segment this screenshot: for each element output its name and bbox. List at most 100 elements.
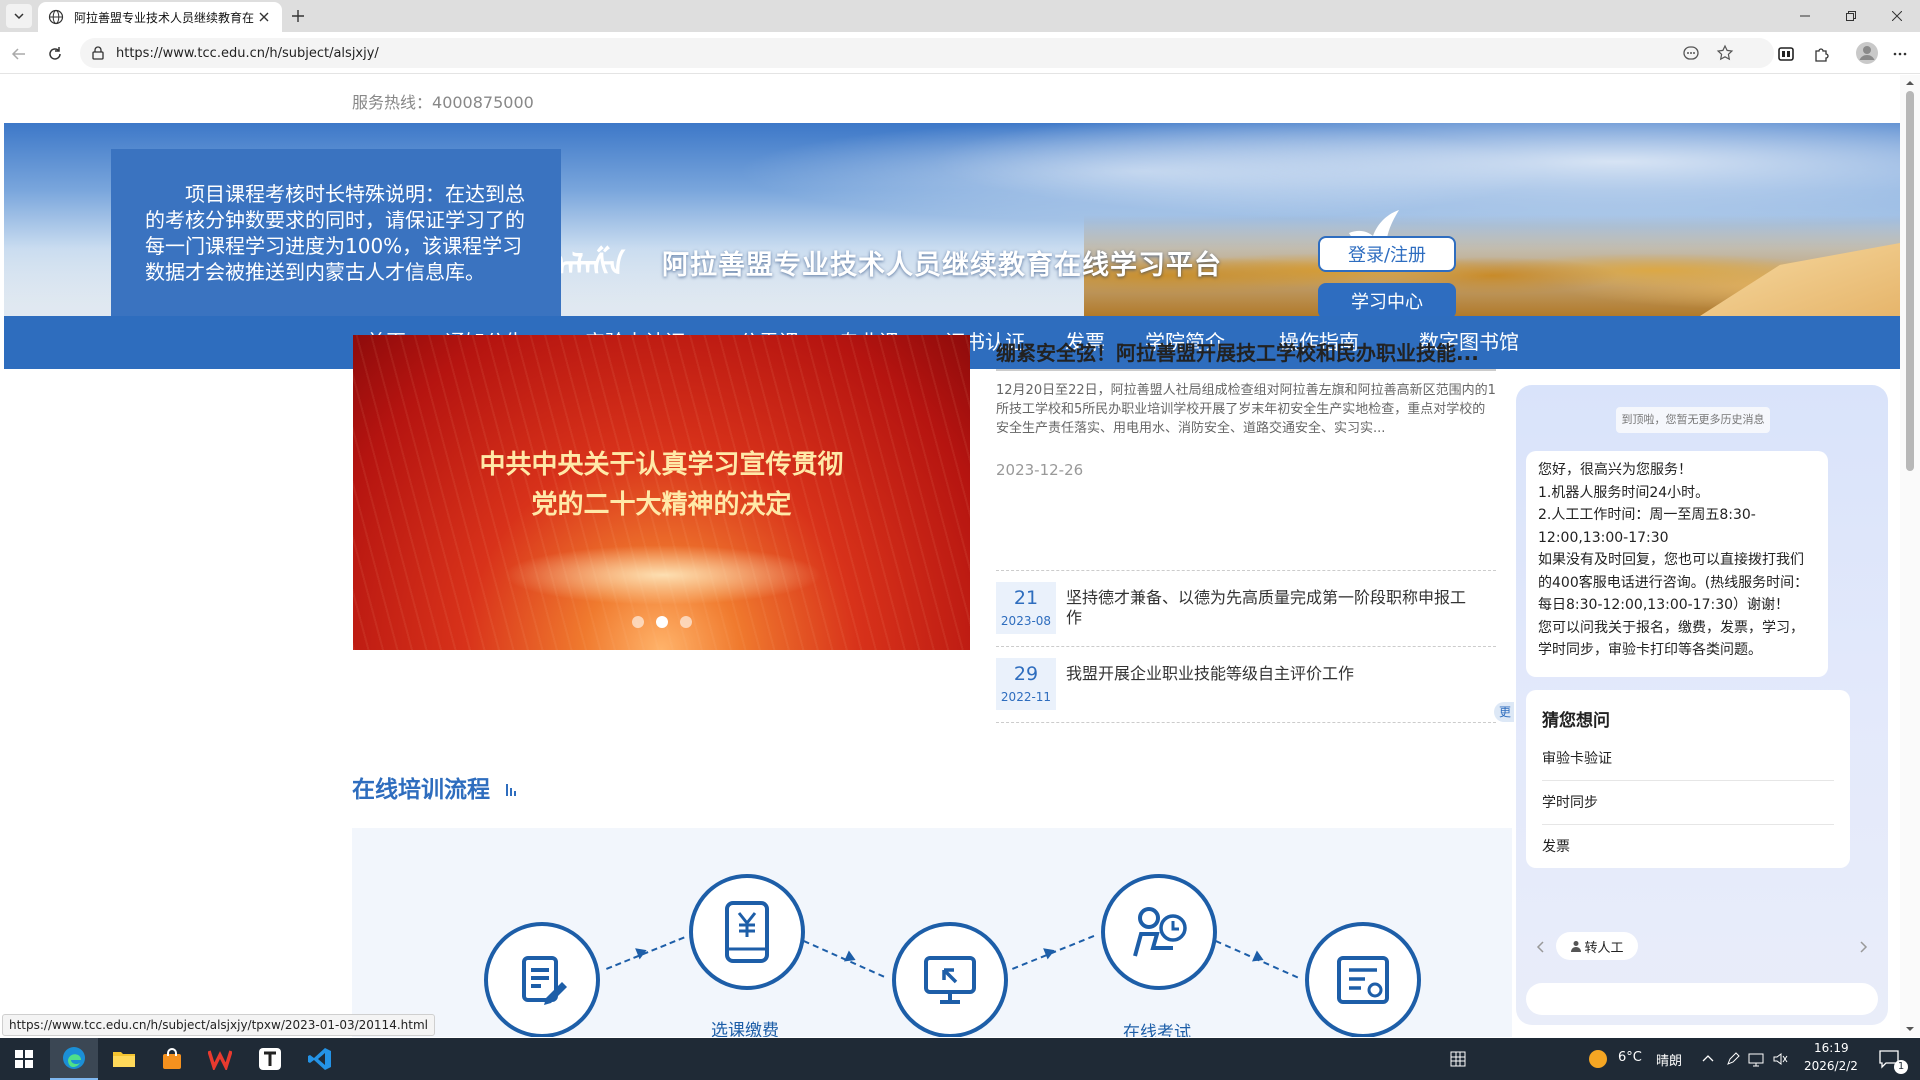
list-item[interactable]: 21 2023-08 坚持德才兼备、以德为先高质量完成第一阶段职称申报工作 xyxy=(996,582,1496,638)
taskbar-edge[interactable] xyxy=(50,1038,98,1080)
minimize-button[interactable] xyxy=(1782,0,1828,32)
folder-icon xyxy=(113,1052,135,1067)
carousel-dot-3[interactable] xyxy=(679,616,692,628)
carousel-dot-2[interactable] xyxy=(655,616,668,628)
read-aloud-icon[interactable] xyxy=(1682,44,1700,62)
flow-step-study[interactable] xyxy=(892,922,1008,1037)
status-bar-url: https://www.tcc.edu.cn/h/subject/alsjxjy… xyxy=(2,1014,435,1036)
pen-icon[interactable] xyxy=(1726,1052,1740,1066)
keyboard-grid-icon xyxy=(1450,1051,1466,1067)
clock-date[interactable]: 2026/2/2 xyxy=(1804,1059,1858,1073)
tab-list-button[interactable] xyxy=(6,4,32,28)
suggestion-hours-sync[interactable]: 学时同步 xyxy=(1542,781,1834,825)
study-center-button[interactable]: 学习中心 xyxy=(1318,283,1456,316)
browser-tab-active[interactable]: 阿拉善盟专业技术人员继续教育在 xyxy=(38,2,282,32)
taskbar-typora[interactable] xyxy=(246,1038,294,1080)
carousel-glow xyxy=(503,545,823,605)
news-headline-underline xyxy=(996,369,1496,371)
flow-step-label: 在线考试 xyxy=(1123,1023,1191,1037)
news-carousel[interactable]: 中共中央关于认真学习宣传贯彻 党的二十大精神的决定 xyxy=(353,335,970,650)
carousel-dot-1[interactable] xyxy=(631,616,644,628)
news-headline[interactable]: 绷紧安全弦！阿拉善盟开展技工学校和民办职业技能... xyxy=(996,337,1496,367)
transfer-human-button[interactable]: 转人工 xyxy=(1556,932,1638,960)
news-item-title[interactable]: 坚持德才兼备、以德为先高质量完成第一阶段职称申报工作 xyxy=(1066,588,1476,628)
taskbar-vscode[interactable] xyxy=(296,1038,344,1080)
url-bar[interactable]: https://www.tcc.edu.cn/h/subject/alsjxjy… xyxy=(80,38,1774,68)
scroll-up-icon[interactable] xyxy=(1905,78,1915,88)
sun-weather-icon[interactable] xyxy=(1588,1049,1608,1069)
tab-close-button[interactable] xyxy=(256,9,272,25)
weather-desc[interactable]: 晴朗 xyxy=(1656,1050,1682,1069)
flow-step-select-pay[interactable] xyxy=(689,874,805,990)
chevron-up-icon[interactable] xyxy=(1702,1053,1714,1065)
chat-suggestions: 猜您想问 审验卡验证 学时同步 发票 xyxy=(1526,690,1850,868)
split-screen-icon xyxy=(1778,47,1794,61)
news-item-title[interactable]: 我盟开展企业职业技能等级自主评价工作 xyxy=(1066,664,1476,684)
page-scrollbar[interactable] xyxy=(1900,75,1920,1037)
news-divider xyxy=(996,646,1496,647)
windows-taskbar: 6°C 晴朗 16:19 2026/2/2 1 xyxy=(0,1038,1920,1080)
chevron-down-icon xyxy=(14,13,24,20)
globe-icon xyxy=(48,9,64,25)
typora-icon xyxy=(259,1048,281,1070)
suggestion-card-verify[interactable]: 审验卡验证 xyxy=(1542,737,1834,781)
close-window-button[interactable] xyxy=(1874,0,1920,32)
login-register-button[interactable]: 登录/注册 xyxy=(1318,236,1456,272)
taskbar-file-explorer[interactable] xyxy=(100,1038,148,1080)
chat-line: 2.人工工作时间：周一至周五8:30-12:00,13:00-17:30 xyxy=(1538,507,1756,546)
scroll-thumb[interactable] xyxy=(1906,91,1914,471)
news-date: 2023-12-26 xyxy=(996,461,1084,479)
flow-step-certificate[interactable] xyxy=(1305,922,1421,1037)
web-page: 服务热线：4000875000 ᠠᠯᠠᠱᠠ 阿拉善盟专业技术人员继续教育在线学习… xyxy=(0,75,1920,1037)
restore-icon xyxy=(1846,11,1856,21)
clock-time[interactable]: 16:19 xyxy=(1814,1041,1849,1055)
settings-menu-button[interactable] xyxy=(1890,44,1910,64)
news-year-month: 2022-11 xyxy=(1000,690,1052,704)
chevron-right-icon[interactable] xyxy=(1856,940,1870,954)
edit-document-icon xyxy=(522,956,567,1005)
news-date-box: 21 2023-08 xyxy=(996,582,1056,634)
suggestions-title: 猜您想问 xyxy=(1542,711,1610,731)
chat-line: 您可以问我关于报名，缴费，发票，学习，学时同步，审验卡打印等各类问题。 xyxy=(1538,619,1804,659)
chat-line: 1.机器人服务时间24小时。 xyxy=(1538,484,1710,501)
chat-input[interactable] xyxy=(1526,983,1878,1015)
chat-history-hint: 到顶啦，您暂无更多历史消息 xyxy=(1616,407,1770,433)
volume-icon[interactable] xyxy=(1772,1051,1788,1067)
news-more-button[interactable]: 更多 xyxy=(1494,702,1514,722)
flow-step-exam[interactable] xyxy=(1101,874,1217,990)
back-button[interactable] xyxy=(6,41,32,67)
new-tab-button[interactable] xyxy=(288,6,308,26)
extensions-button[interactable] xyxy=(1812,44,1832,64)
news-summary: 12月20日至22日，阿拉善盟人社局组成检查组对阿拉善左旗和阿拉善高新区范围内的… xyxy=(996,383,1496,436)
start-button[interactable] xyxy=(0,1038,48,1080)
close-icon xyxy=(1892,11,1902,21)
taskbar-wps[interactable] xyxy=(196,1038,244,1080)
list-item[interactable]: 29 2022-11 我盟开展企业职业技能等级自主评价工作 xyxy=(996,658,1496,714)
collections-button[interactable] xyxy=(1776,44,1796,64)
restore-button[interactable] xyxy=(1828,0,1874,32)
lock-icon[interactable] xyxy=(90,45,106,61)
url-text[interactable]: https://www.tcc.edu.cn/h/subject/alsjxjy… xyxy=(116,46,379,61)
arrow-left-icon xyxy=(11,48,25,60)
chevron-left-icon[interactable] xyxy=(1534,940,1548,954)
reload-button[interactable] xyxy=(42,41,68,67)
carousel-slide-title[interactable]: 中共中央关于认真学习宣传贯彻 党的二十大精神的决定 xyxy=(353,445,970,525)
suggestion-invoice[interactable]: 发票 xyxy=(1542,825,1834,869)
vscode-icon xyxy=(308,1048,331,1070)
flow-step-register[interactable] xyxy=(484,922,600,1037)
profile-button[interactable] xyxy=(1854,40,1880,66)
wps-office-icon xyxy=(208,1050,232,1070)
news-date-box: 29 2022-11 xyxy=(996,658,1056,710)
taskbar-input-method[interactable] xyxy=(1434,1038,1482,1080)
training-section-title: 在线培训流程 xyxy=(352,777,490,803)
transfer-label: 转人工 xyxy=(1584,940,1624,956)
star-icon[interactable] xyxy=(1716,44,1734,62)
windows-logo-icon xyxy=(15,1050,33,1068)
news-year-month: 2023-08 xyxy=(1000,614,1052,628)
network-icon[interactable] xyxy=(1748,1051,1764,1067)
taskbar-store[interactable] xyxy=(148,1038,196,1080)
scroll-down-icon[interactable] xyxy=(1905,1024,1915,1034)
weather-temp[interactable]: 6°C xyxy=(1618,1050,1642,1065)
certificate-icon xyxy=(1337,956,1389,1004)
plus-icon xyxy=(292,10,304,22)
